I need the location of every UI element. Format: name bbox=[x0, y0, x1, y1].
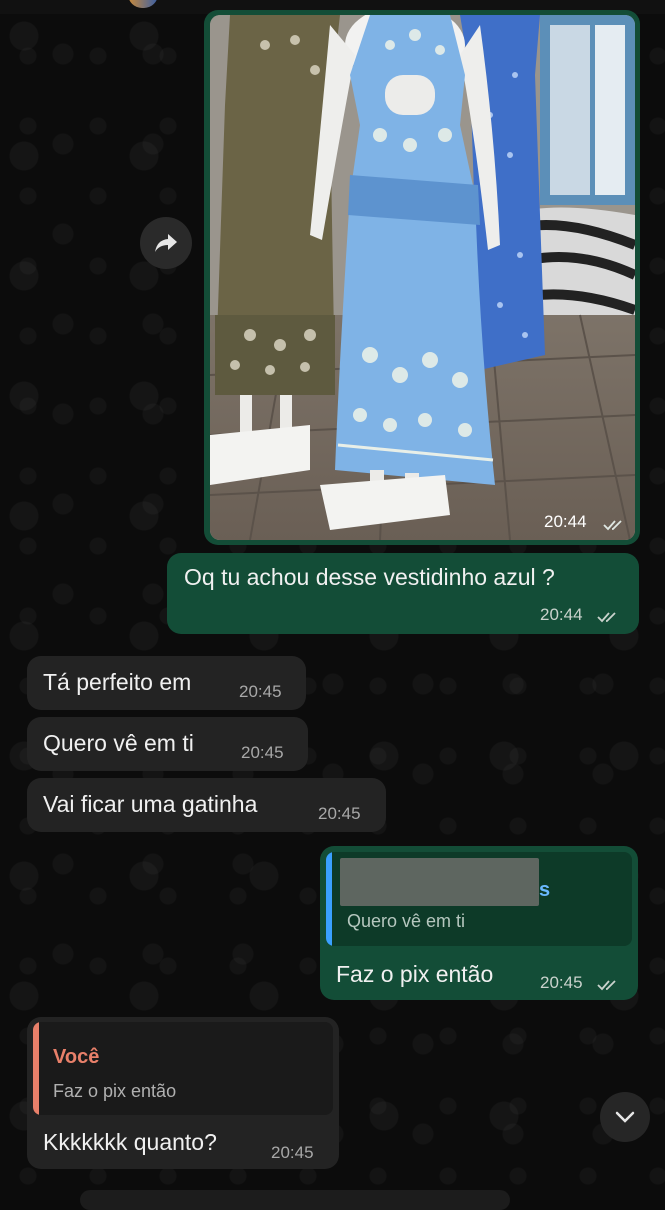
quote-sender-name: s bbox=[539, 879, 551, 901]
quoted-message[interactable]: s Quero vê em ti bbox=[326, 852, 632, 946]
dress-photo[interactable]: 20:44 bbox=[210, 15, 635, 540]
double-check-icon bbox=[597, 980, 616, 991]
message-timestamp: 20:45 bbox=[241, 743, 284, 762]
message-text: Faz o pix então bbox=[336, 961, 494, 987]
message-timestamp: 20:45 bbox=[239, 682, 282, 701]
quoted-message[interactable]: Você Faz o pix então bbox=[33, 1022, 333, 1115]
message-timestamp: 20:45 bbox=[540, 973, 583, 992]
message-text: Kkkkkkk quanto? bbox=[43, 1129, 217, 1155]
message-text: Tá perfeito em bbox=[43, 669, 192, 695]
message-bubble-incoming[interactable]: Quero vê em ti 20:45 bbox=[27, 717, 308, 771]
quote-text: Quero vê em ti bbox=[347, 911, 466, 931]
message-timestamp: 20:45 bbox=[271, 1143, 314, 1162]
quote-accent-bar bbox=[326, 852, 332, 946]
redacted-contact-name bbox=[340, 858, 539, 906]
scroll-to-bottom-button[interactable] bbox=[600, 1092, 650, 1142]
message-timestamp: 20:44 bbox=[540, 605, 583, 624]
forward-arrow-icon bbox=[155, 234, 177, 252]
image-timestamp: 20:44 bbox=[544, 512, 587, 531]
message-text: Quero vê em ti bbox=[43, 730, 194, 756]
message-bubble-outgoing[interactable]: s Quero vê em ti Faz o pix então 20:45 bbox=[320, 846, 638, 1000]
message-input-bar[interactable] bbox=[80, 1190, 510, 1210]
forward-button[interactable] bbox=[140, 217, 192, 269]
message-bubble-incoming[interactable]: Você Faz o pix então Kkkkkkk quanto? 20:… bbox=[27, 1017, 339, 1169]
quote-accent-bar bbox=[33, 1022, 39, 1115]
chevron-down-icon bbox=[615, 1111, 635, 1123]
image-message-bubble[interactable]: 20:44 bbox=[204, 10, 640, 545]
quote-sender-name: Você bbox=[53, 1046, 100, 1068]
message-bubble-outgoing[interactable]: Oq tu achou desse vestidinho azul ? 20:4… bbox=[167, 553, 639, 634]
quote-text: Faz o pix então bbox=[53, 1081, 177, 1101]
message-bubble-incoming[interactable]: Vai ficar uma gatinha 20:45 bbox=[27, 778, 386, 832]
message-bubble-incoming[interactable]: Tá perfeito em 20:45 bbox=[27, 656, 306, 710]
double-check-icon bbox=[603, 520, 622, 531]
message-text: Oq tu achou desse vestidinho azul ? bbox=[184, 564, 555, 590]
message-timestamp: 20:45 bbox=[318, 804, 361, 823]
double-check-icon bbox=[597, 612, 616, 623]
message-text: Vai ficar uma gatinha bbox=[43, 791, 258, 817]
